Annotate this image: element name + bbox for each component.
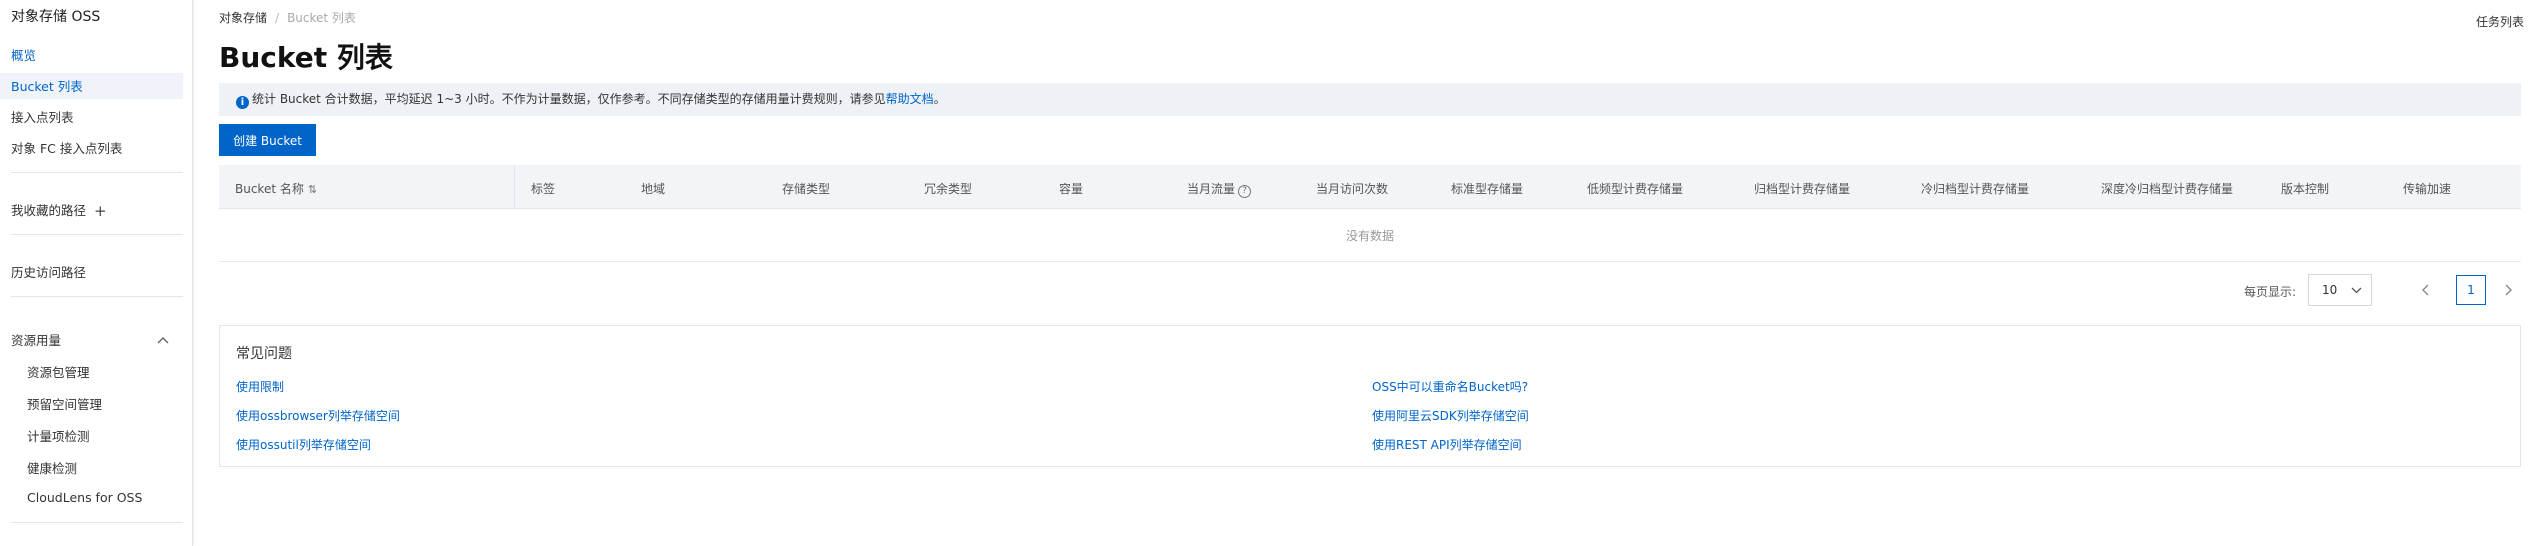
faq-title: 常见问题 xyxy=(236,346,292,362)
sort-icon[interactable]: ⇅ xyxy=(308,183,317,196)
column-capacity: 容量 xyxy=(1059,182,1084,196)
chevron-left-icon[interactable] xyxy=(2418,280,2434,300)
faq-panel: 常见问题 使用限制 使用ossbrowser列举存储空间 使用ossutil列举… xyxy=(219,325,2521,467)
breadcrumb-root[interactable]: 对象存储 xyxy=(219,11,267,25)
page-size-select[interactable]: 10 xyxy=(2308,274,2372,306)
column-monthly-traffic: 当月流量? xyxy=(1187,180,1252,198)
faq-link-ossutil[interactable]: 使用ossutil列举存储空间 xyxy=(236,436,371,453)
column-monthly-requests: 当月访问次数 xyxy=(1316,182,1389,196)
column-region: 地域 xyxy=(641,182,666,196)
faq-link-rest-api[interactable]: 使用REST API列举存储空间 xyxy=(1372,436,1522,453)
faq-link-limits[interactable]: 使用限制 xyxy=(236,378,284,395)
sidebar-item-reserved-space[interactable]: 预留空间管理 xyxy=(27,394,102,413)
chevron-down-icon xyxy=(2351,287,2362,294)
column-transfer-acceleration: 传输加速 xyxy=(2403,182,2452,196)
column-tags: 标签 xyxy=(531,182,556,196)
column-redundancy: 冗余类型 xyxy=(924,182,973,196)
page-size-label: 每页显示: xyxy=(2244,285,2297,299)
sidebar-item-favorites[interactable]: 我收藏的路径 + xyxy=(11,200,107,220)
sidebar-divider xyxy=(11,172,183,173)
sidebar-item-history[interactable]: 历史访问路径 xyxy=(11,262,86,281)
info-icon: i xyxy=(236,96,249,109)
sidebar-item-fc-access-points[interactable]: 对象 FC 接入点列表 xyxy=(11,138,122,157)
column-cold-archive-storage: 冷归档型计费存储量 xyxy=(1921,182,2030,196)
sidebar-item-cloudlens[interactable]: CloudLens for OSS xyxy=(27,490,142,505)
sidebar-divider xyxy=(11,522,183,523)
sidebar-item-metering-check[interactable]: 计量项检测 xyxy=(27,426,90,445)
column-archive-storage: 归档型计费存储量 xyxy=(1754,182,1851,196)
oss-console: 对象存储 OSS 概览 Bucket 列表 接入点列表 对象 FC 接入点列表 … xyxy=(0,0,2532,546)
column-separator xyxy=(514,165,515,209)
sidebar-item-access-points[interactable]: 接入点列表 xyxy=(11,107,74,126)
task-list-link[interactable]: 任务列表 xyxy=(2476,13,2524,30)
sidebar-item-overview[interactable]: 概览 xyxy=(11,45,36,64)
sidebar-item-health-check[interactable]: 健康检测 xyxy=(27,458,77,477)
sidebar-divider xyxy=(11,234,183,235)
faq-link-rename-bucket[interactable]: OSS中可以重命名Bucket吗? xyxy=(1372,378,1528,395)
column-standard-storage: 标准型存储量 xyxy=(1451,182,1524,196)
column-versioning: 版本控制 xyxy=(2281,182,2330,196)
breadcrumb-separator: / xyxy=(275,11,280,25)
column-label: Bucket 名称 xyxy=(235,182,304,196)
page-title: Bucket 列表 xyxy=(219,41,393,74)
column-label: 当月流量 xyxy=(1187,182,1236,196)
faq-link-ossbrowser[interactable]: 使用ossbrowser列举存储空间 xyxy=(236,407,400,424)
info-notice: i 统计 Bucket 合计数据，平均延迟 1~3 小时。不作为计量数据，仅作参考… xyxy=(219,83,2521,116)
chevron-right-icon[interactable] xyxy=(2500,280,2516,300)
page-size-value: 10 xyxy=(2322,283,2338,297)
sidebar-item-resource-package[interactable]: 资源包管理 xyxy=(27,362,90,381)
favorites-label: 我收藏的路径 xyxy=(11,203,87,218)
help-icon[interactable]: ? xyxy=(1238,185,1252,198)
notice-text: 统计 Bucket 合计数据，平均延迟 1~3 小时。不作为计量数据，仅作参考。… xyxy=(252,92,886,106)
sidebar-item-bucket-list[interactable]: Bucket 列表 xyxy=(11,76,83,95)
faq-link-sdk[interactable]: 使用阿里云SDK列举存储空间 xyxy=(1372,407,1529,424)
column-storage-class: 存储类型 xyxy=(782,182,831,196)
table-empty-state: 没有数据 xyxy=(219,210,2521,262)
breadcrumb: 对象存储 / Bucket 列表 xyxy=(219,9,356,26)
chevron-up-icon[interactable] xyxy=(155,333,171,347)
sidebar-divider xyxy=(11,296,183,297)
column-ia-storage: 低频型计费存储量 xyxy=(1587,182,1684,196)
column-bucket-name[interactable]: Bucket 名称 ⇅ xyxy=(235,180,317,197)
page-number-current[interactable]: 1 xyxy=(2456,275,2486,305)
breadcrumb-current: Bucket 列表 xyxy=(287,11,356,25)
sidebar-title: 对象存储 OSS xyxy=(11,9,101,25)
sidebar-item-resource-usage[interactable]: 资源用量 xyxy=(11,330,61,349)
plus-icon[interactable]: + xyxy=(94,202,107,220)
column-deep-cold-archive-storage: 深度冷归档型计费存储量 xyxy=(2101,182,2234,196)
create-bucket-button[interactable]: 创建 Bucket xyxy=(219,124,316,156)
help-doc-link[interactable]: 帮助文档 xyxy=(886,92,934,106)
sidebar: 对象存储 OSS 概览 Bucket 列表 接入点列表 对象 FC 接入点列表 … xyxy=(0,0,193,546)
bucket-table-header: Bucket 名称 ⇅ 标签 地域 存储类型 冗余类型 容量 当月流量? 当月访问… xyxy=(219,165,2521,209)
notice-suffix: 。 xyxy=(933,92,946,106)
